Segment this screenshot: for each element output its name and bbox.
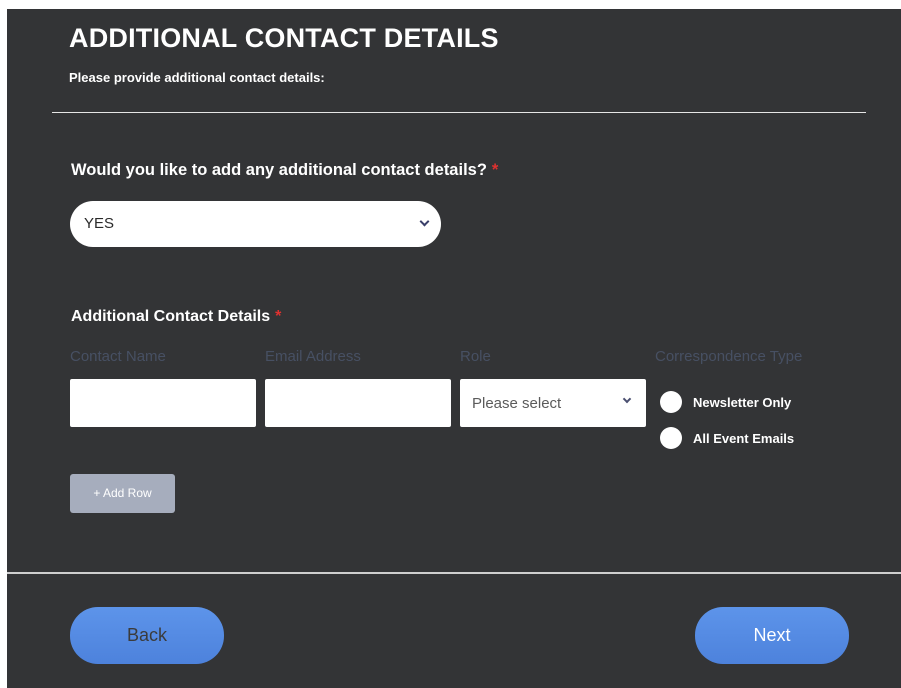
radio-all-event-emails[interactable]: All Event Emails [660, 427, 794, 449]
radio-unselected-icon[interactable] [660, 427, 682, 449]
page-subtitle: Please provide additional contact detail… [69, 70, 325, 85]
chevron-down-icon [622, 394, 632, 404]
required-marker: * [491, 161, 499, 179]
form-panel: ADDITIONAL CONTACT DETAILS Please provid… [7, 9, 901, 688]
additional-details-select[interactable]: YES [70, 201, 441, 247]
radio-label: All Event Emails [693, 430, 795, 446]
column-header-email-address: Email Address [265, 348, 361, 365]
radio-label: Newsletter Only [693, 394, 792, 410]
role-select[interactable]: Please select [460, 379, 646, 427]
column-header-contact-name: Contact Name [70, 348, 166, 365]
required-marker: * [275, 308, 282, 325]
question-label: Would you like to add any additional con… [71, 161, 487, 179]
select-value: YES [84, 215, 115, 232]
contact-name-input[interactable] [70, 379, 256, 427]
footer-divider [7, 572, 901, 574]
contacts-label: Additional Contact Details [71, 308, 271, 325]
column-header-correspondence-type: Correspondence Type [655, 348, 803, 365]
chevron-down-icon [419, 216, 430, 227]
back-button[interactable]: Back [70, 607, 224, 664]
email-address-input[interactable] [265, 379, 451, 427]
additional-details-question: Would you like to add any additional con… [71, 161, 498, 180]
contacts-section-label: Additional Contact Details * [71, 308, 281, 326]
header-divider [52, 112, 866, 113]
next-button[interactable]: Next [695, 607, 849, 664]
radio-unselected-icon[interactable] [660, 391, 682, 413]
role-placeholder: Please select [472, 395, 562, 412]
add-row-button[interactable]: + Add Row [70, 474, 175, 513]
column-header-role: Role [460, 348, 491, 365]
radio-newsletter-only[interactable]: Newsletter Only [660, 391, 791, 413]
page-title: ADDITIONAL CONTACT DETAILS [69, 23, 499, 53]
